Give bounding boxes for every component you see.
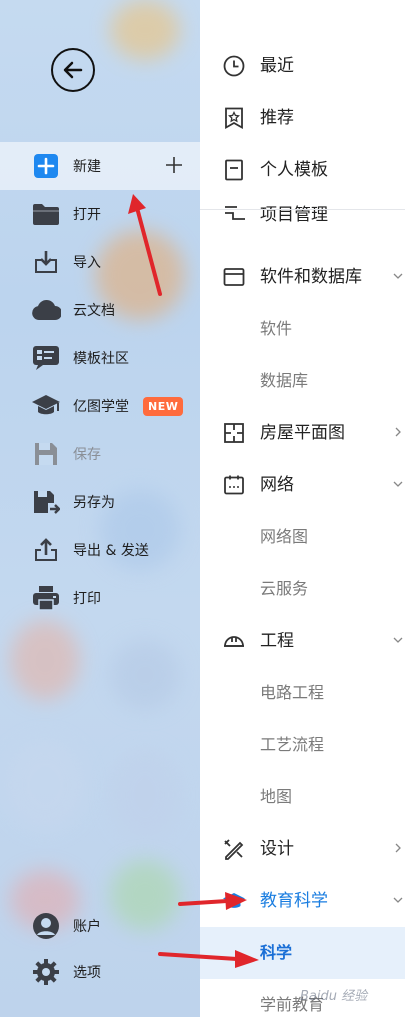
- plus-square-icon: [31, 152, 61, 180]
- chevron-down-icon[interactable]: [393, 479, 403, 489]
- category-design[interactable]: 设计: [200, 823, 405, 875]
- subcategory-cloud-service[interactable]: 云服务: [200, 563, 405, 615]
- project-icon: [225, 206, 245, 220]
- chevron-down-icon[interactable]: [393, 635, 403, 645]
- category-software-db[interactable]: 软件和数据库: [200, 251, 405, 303]
- menu-academy[interactable]: 亿图学堂 NEW: [0, 382, 200, 430]
- printer-icon: [31, 584, 61, 612]
- menu-import-label: 导入: [73, 255, 101, 271]
- category-project-management[interactable]: 项目管理: [200, 203, 405, 233]
- export-icon: [31, 536, 61, 564]
- subcategory-software-label: 软件: [260, 319, 293, 338]
- category-design-label: 设计: [260, 839, 294, 859]
- subcategory-database[interactable]: 数据库: [200, 355, 405, 407]
- category-floor-plan-label: 房屋平面图: [260, 423, 345, 443]
- subcategory-cloud-service-label: 云服务: [260, 579, 309, 598]
- menu-export-label: 导出 & 发送: [73, 543, 149, 559]
- menu-print[interactable]: 打印: [0, 574, 200, 622]
- menu-account-label: 账户: [73, 919, 101, 935]
- subcategory-science[interactable]: 科学: [200, 927, 405, 979]
- menu-options[interactable]: 选项: [0, 948, 200, 996]
- backstage-left-panel: 新建 打开 导入 云文档 模板社区 亿图学堂 NEW 保存 另存为 导出 & 发…: [0, 0, 200, 1017]
- menu-new[interactable]: 新建: [0, 142, 200, 190]
- menu-save[interactable]: 保存: [0, 430, 200, 478]
- subcategory-process-flow-label: 工艺流程: [260, 735, 325, 754]
- subcategory-map-label: 地图: [260, 787, 293, 806]
- category-engineering-label: 工程: [260, 631, 294, 651]
- menu-community[interactable]: 模板社区: [0, 334, 200, 382]
- subcategory-database-label: 数据库: [260, 371, 309, 390]
- subcategory-circuit-label: 电路工程: [260, 683, 325, 702]
- gear-icon: [31, 958, 61, 986]
- helmet-icon: [224, 636, 244, 647]
- category-software-db-label: 软件和数据库: [260, 267, 362, 287]
- window-icon: [223, 268, 245, 286]
- new-badge: NEW: [143, 397, 184, 416]
- chevron-down-icon[interactable]: [393, 271, 403, 281]
- category-recent[interactable]: 最近: [200, 40, 405, 92]
- category-floor-plan[interactable]: 房屋平面图: [200, 407, 405, 459]
- education-icon: [223, 893, 245, 908]
- cloud-icon: [31, 296, 61, 324]
- menu-academy-label: 亿图学堂: [73, 399, 129, 415]
- floorplan-icon: [224, 423, 244, 443]
- subcategory-network-diagram[interactable]: 网络图: [200, 511, 405, 563]
- graduation-cap-icon: [31, 392, 61, 420]
- subcategory-network-diagram-label: 网络图: [260, 527, 309, 546]
- menu-save-as[interactable]: 另存为: [0, 478, 200, 526]
- chevron-right-icon[interactable]: [393, 843, 403, 853]
- menu-account[interactable]: 账户: [0, 902, 200, 950]
- save-as-icon: [31, 488, 61, 516]
- subcategory-software[interactable]: 软件: [200, 303, 405, 355]
- category-engineering[interactable]: 工程: [200, 615, 405, 667]
- category-personal-templates[interactable]: 个人模板: [200, 144, 405, 196]
- menu-options-label: 选项: [73, 965, 101, 981]
- menu-open[interactable]: 打开: [0, 190, 200, 238]
- calendar-network-icon: [224, 475, 244, 495]
- import-icon: [31, 248, 61, 276]
- menu-save-as-label: 另存为: [73, 495, 115, 511]
- subcategory-circuit[interactable]: 电路工程: [200, 667, 405, 719]
- menu-cloud[interactable]: 云文档: [0, 286, 200, 334]
- menu-save-label: 保存: [73, 447, 101, 463]
- subcategory-science-label: 科学: [260, 943, 293, 962]
- document-icon: [225, 159, 243, 181]
- community-icon: [31, 344, 61, 372]
- back-button[interactable]: [51, 48, 95, 92]
- subcategory-map[interactable]: 地图: [200, 771, 405, 823]
- clock-icon: [223, 55, 245, 77]
- category-project-management-label: 项目管理: [260, 205, 328, 225]
- chevron-down-icon[interactable]: [393, 895, 403, 905]
- menu-export[interactable]: 导出 & 发送: [0, 526, 200, 574]
- save-icon: [31, 440, 61, 468]
- subcategory-process-flow[interactable]: 工艺流程: [200, 719, 405, 771]
- design-tools-icon: [224, 839, 244, 860]
- category-recommended[interactable]: 推荐: [200, 92, 405, 144]
- menu-import[interactable]: 导入: [0, 238, 200, 286]
- arrow-left-icon: [63, 61, 83, 79]
- menu-new-label: 新建: [73, 159, 101, 175]
- menu-open-label: 打开: [73, 207, 101, 223]
- category-network-label: 网络: [260, 475, 294, 495]
- menu-cloud-label: 云文档: [73, 303, 115, 319]
- star-bookmark-icon: [225, 107, 243, 130]
- category-recommended-label: 推荐: [260, 108, 294, 128]
- category-recent-label: 最近: [260, 56, 294, 76]
- add-icon[interactable]: [163, 154, 185, 176]
- section-divider: [200, 209, 405, 210]
- menu-community-label: 模板社区: [73, 351, 129, 367]
- menu-print-label: 打印: [73, 591, 101, 607]
- category-education-science[interactable]: 教育科学: [200, 875, 405, 927]
- user-avatar-icon: [31, 912, 61, 940]
- folder-icon: [31, 200, 61, 228]
- category-personal-templates-label: 个人模板: [260, 160, 328, 180]
- chevron-right-icon[interactable]: [393, 427, 403, 437]
- category-network[interactable]: 网络: [200, 459, 405, 511]
- watermark: Baidu 经验: [300, 989, 368, 1004]
- category-education-science-label: 教育科学: [260, 891, 328, 911]
- template-category-panel: 最近 推荐 个人模板 项目管理 软件和数据库 软件 数据库 房屋平面图 网络 网…: [200, 0, 405, 1017]
